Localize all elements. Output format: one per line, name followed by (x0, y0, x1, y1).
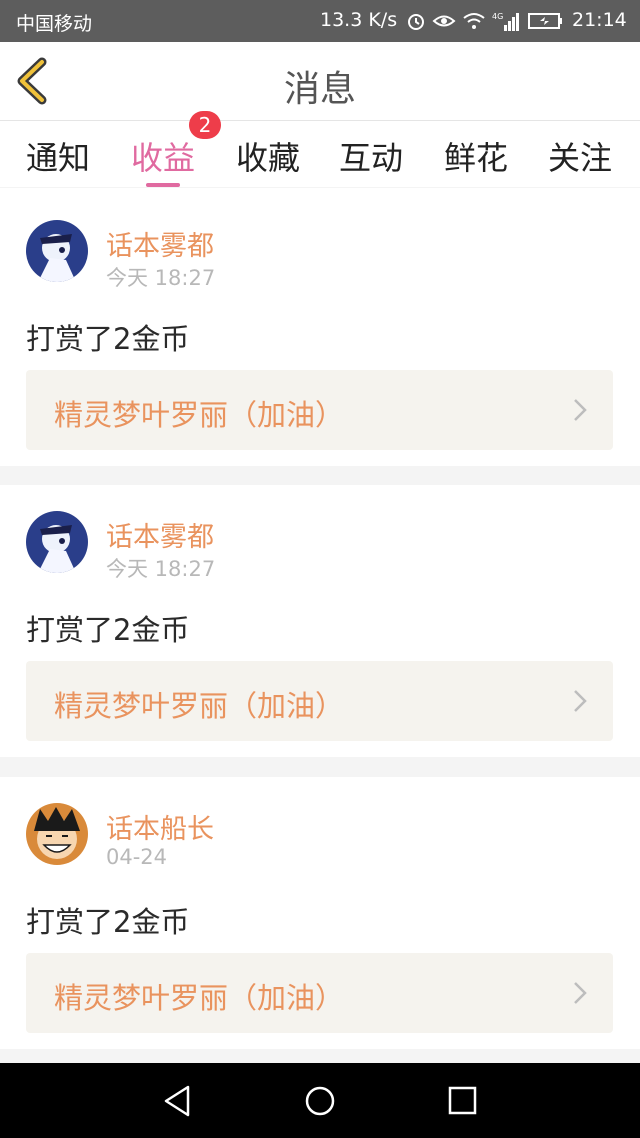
tab-notifications[interactable]: 通知 (3, 133, 113, 179)
book-title: 精灵梦叶罗丽（加油） (54, 689, 345, 723)
avatar-image (26, 803, 88, 865)
username[interactable]: 话本船长 (106, 807, 214, 846)
system-nav-bar (0, 1063, 640, 1138)
book-title: 精灵梦叶罗丽（加油） (54, 981, 345, 1015)
tab-favorites[interactable]: 收藏 (213, 133, 323, 179)
chevron-right-icon (574, 399, 587, 421)
recents-square-icon (448, 1086, 477, 1115)
page-title: 消息 (283, 69, 356, 110)
message-time: 04-24 (106, 845, 168, 869)
alarm-icon (408, 14, 424, 30)
book-link[interactable]: 精灵梦叶罗丽（加油） (26, 661, 613, 741)
tab-flowers[interactable]: 鲜花 (421, 133, 531, 179)
active-tab-indicator (146, 183, 180, 187)
clock: 21:14 (572, 9, 627, 31)
battery-icon (528, 13, 562, 29)
message-time: 今天 18:27 (106, 557, 216, 581)
book-link[interactable]: 精灵梦叶罗丽（加油） (26, 953, 613, 1033)
home-circle-icon (305, 1086, 335, 1116)
wifi-icon (463, 13, 485, 29)
book-title: 精灵梦叶罗丽（加油） (54, 398, 345, 432)
book-link[interactable]: 精灵梦叶罗丽（加油） (26, 370, 613, 450)
chevron-right-icon (574, 690, 587, 712)
message-text: 打赏了2金币 (26, 322, 190, 356)
message-card: 话本雾都 今天 18:27 打赏了2金币 精灵梦叶罗丽（加油） (0, 188, 640, 466)
tab-earnings-label: 收益 (130, 139, 195, 177)
app-header: 消息 (0, 42, 640, 121)
svg-text:4G: 4G (492, 12, 503, 21)
tab-interactions[interactable]: 互动 (316, 133, 426, 179)
tab-earnings[interactable]: 收益 (108, 133, 218, 187)
message-text: 打赏了2金币 (26, 905, 190, 939)
avatar-image (26, 511, 88, 573)
nav-back-button[interactable] (158, 1083, 198, 1119)
avatar[interactable] (26, 220, 88, 282)
status-icons: 4G (406, 11, 564, 31)
message-text: 打赏了2金币 (26, 613, 190, 647)
username[interactable]: 话本雾都 (106, 224, 214, 263)
message-time: 今天 18:27 (106, 266, 216, 290)
username[interactable]: 话本雾都 (106, 515, 214, 554)
message-card: 话本船长 04-24 打赏了2金币 精灵梦叶罗丽（加油） (0, 777, 640, 1049)
nav-home-button[interactable] (300, 1083, 340, 1119)
eye-icon (432, 15, 456, 27)
avatar[interactable] (26, 511, 88, 573)
signal-4g-icon: 4G (492, 12, 519, 31)
carrier-label: 中国移动 (16, 13, 93, 35)
tab-bar: 通知 收益 收藏 互动 鲜花 关注 (0, 121, 640, 187)
avatar[interactable] (26, 803, 88, 865)
network-speed: 13.3 K/s (320, 9, 398, 31)
chevron-right-icon (574, 982, 587, 1004)
avatar-image (26, 220, 88, 282)
nav-recents-button[interactable] (442, 1083, 482, 1119)
message-card: 话本雾都 今天 18:27 打赏了2金币 精灵梦叶罗丽（加油） (0, 485, 640, 757)
status-bar: 中国移动 13.3 K/s 4G 21:14 (0, 0, 640, 42)
unread-badge: 2 (189, 111, 221, 139)
tab-follows[interactable]: 关注 (525, 133, 635, 179)
back-triangle-icon (164, 1085, 190, 1117)
